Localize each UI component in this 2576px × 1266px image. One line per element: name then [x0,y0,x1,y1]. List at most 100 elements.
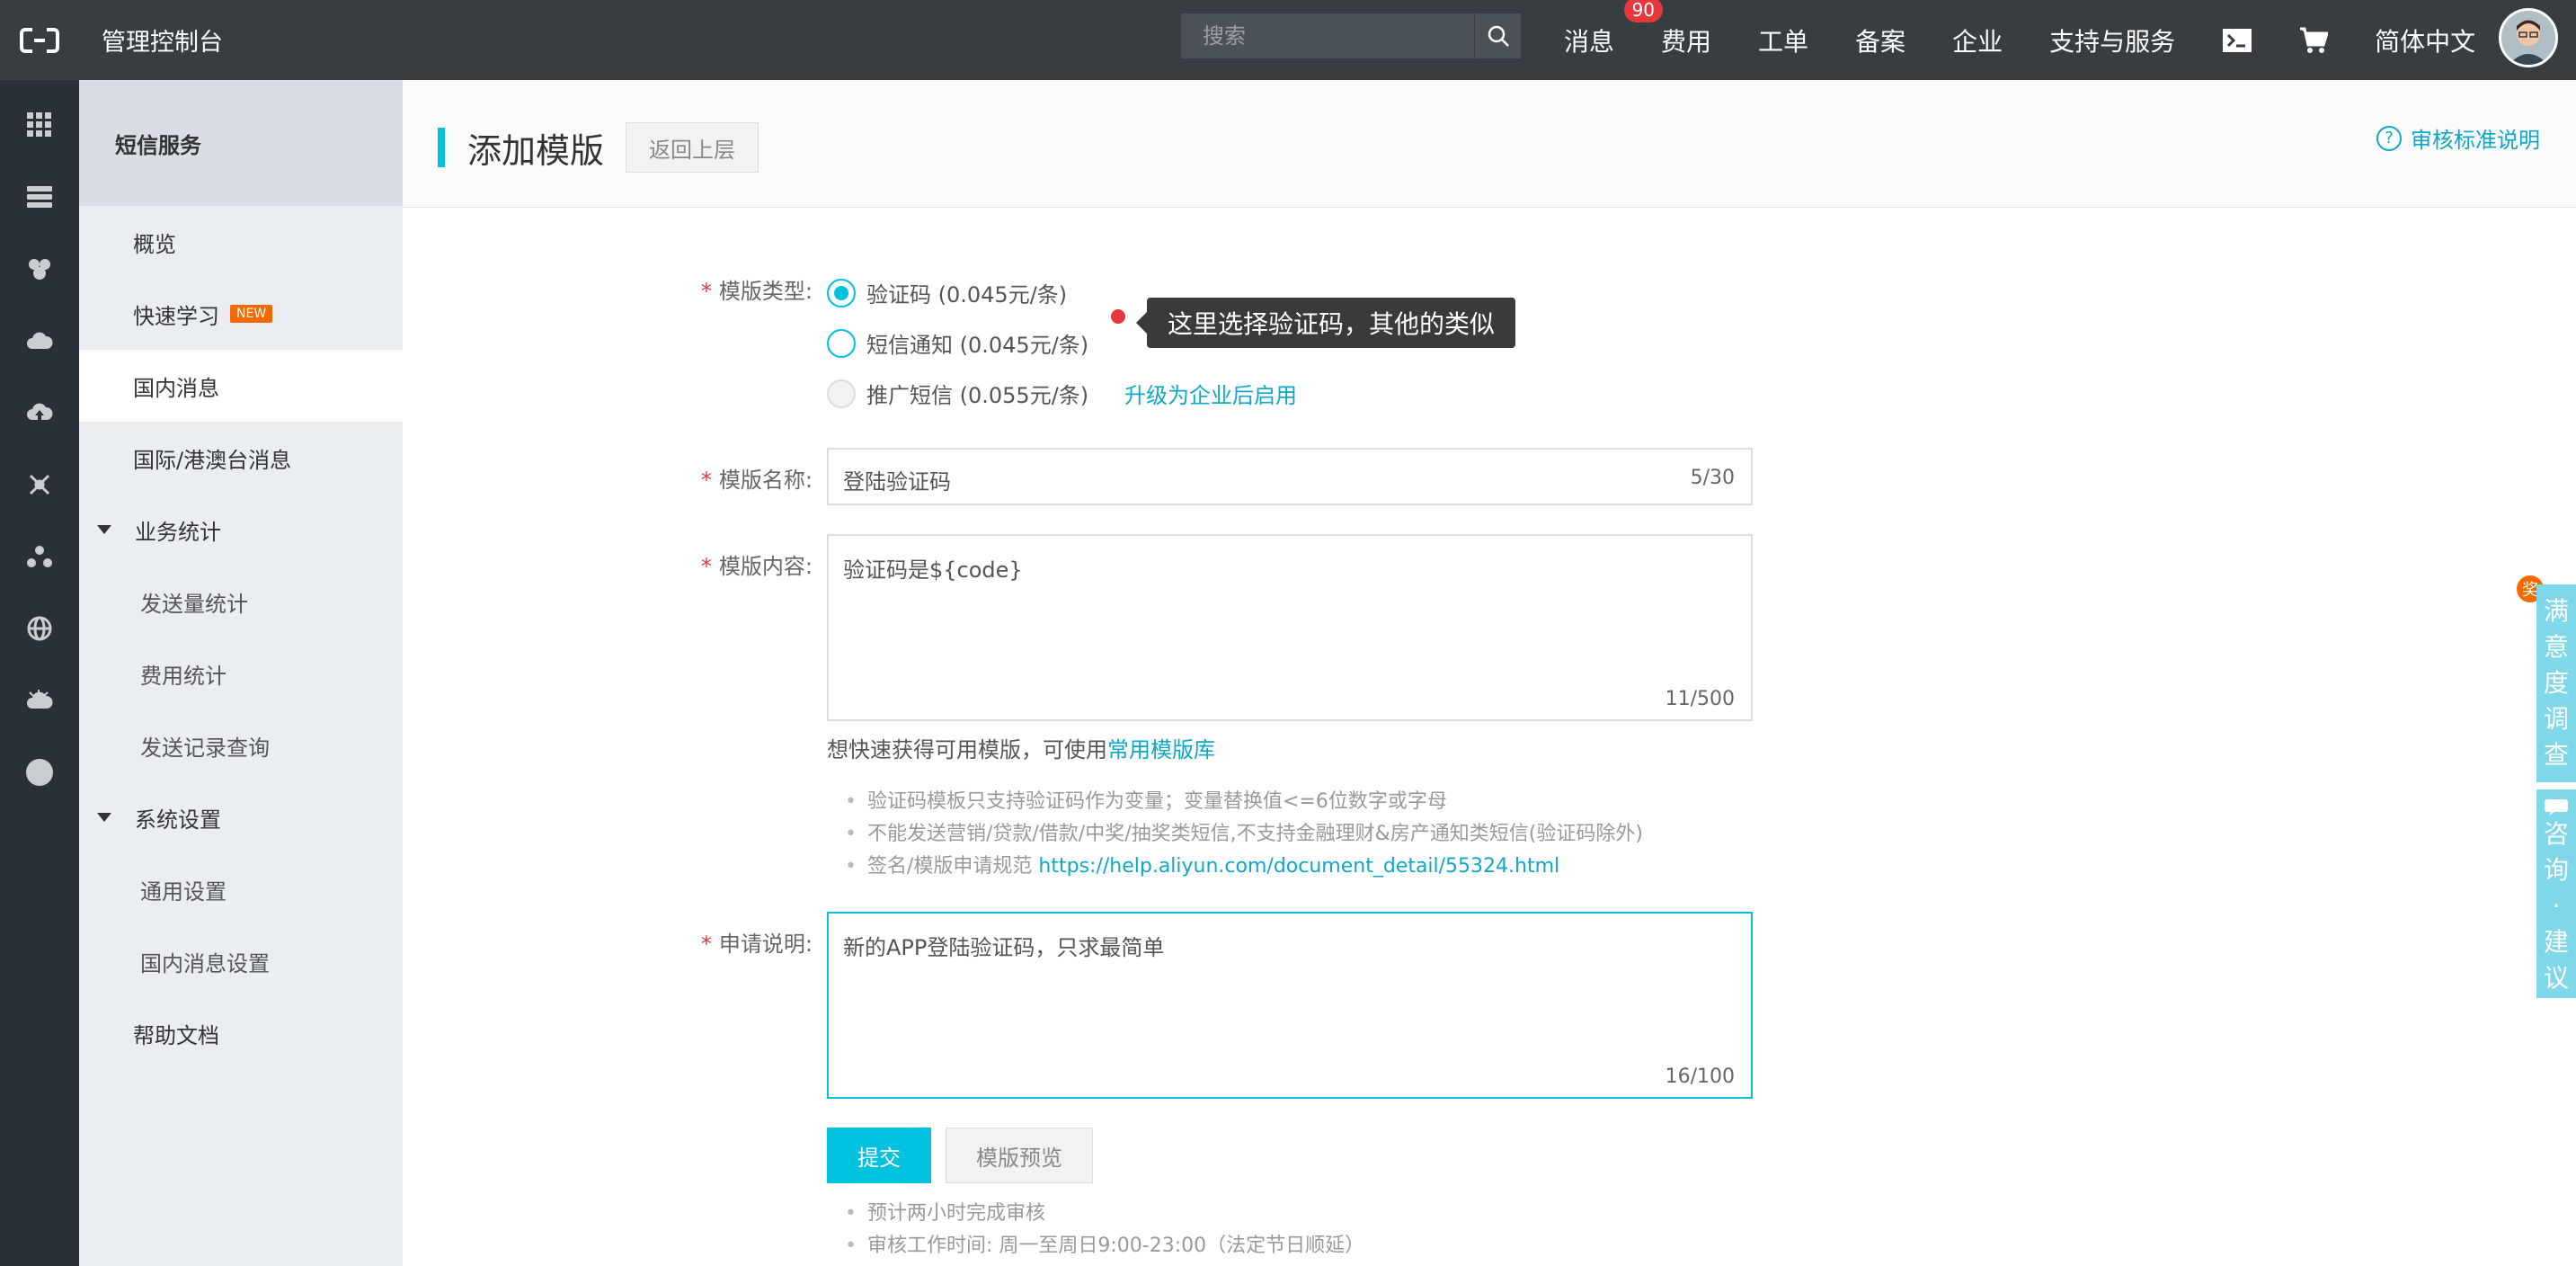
satisfaction-survey-tab[interactable]: 满 意 度 调 查 [2536,584,2576,782]
template-name-value: 登陆验证码 [843,469,951,495]
radio-notify-label: 短信通知 (0.045元/条) [866,333,1089,358]
sidebar-item-send-stats[interactable]: 发送量统计 [79,566,403,637]
cart-icon[interactable] [2299,27,2329,54]
sidebar-group-stats[interactable]: 业务统计 [79,494,403,566]
submit-button[interactable]: 提交 [827,1128,931,1183]
cloud-monitor-icon[interactable] [20,681,59,720]
sidebar-item-overview[interactable]: 概览 [79,206,403,278]
cloud-gear-icon[interactable] [20,321,59,361]
nodes-icon[interactable] [20,537,59,576]
search-button[interactable] [1474,13,1521,58]
tab-char: 查 [2543,740,2569,770]
sidebar-group-label: 系统设置 [135,807,221,833]
sidebar-item-send-records[interactable]: 发送记录查询 [79,709,403,781]
radio-promo [827,379,856,408]
radio-promo-label: 推广短信 (0.055元/条) [866,383,1089,408]
nav-billing[interactable]: 费用 [1661,22,1711,58]
chat-icon [2545,799,2568,816]
sidebar-item-domestic-settings[interactable]: 国内消息设置 [79,925,403,997]
nav-enterprise[interactable]: 企业 [1952,22,2003,58]
terminal-icon[interactable] [2222,28,2252,53]
review-standard-link[interactable]: ? 审核标准说明 [2376,122,2540,154]
template-name-input[interactable]: 登陆验证码 5/30 [827,448,1753,505]
sidebar-item-quick-learn[interactable]: 快速学习 NEW [79,278,403,350]
search-box [1181,13,1521,58]
search-icon [1488,25,1509,47]
circle-icon[interactable] [20,753,59,792]
type-option-promo: 推广短信 (0.055元/条) [827,378,1088,409]
type-option-verify[interactable]: 验证码 (0.045元/条) [827,277,1067,308]
messages-badge: 90 [1623,0,1664,22]
type-option-notify[interactable]: 短信通知 (0.045元/条) [827,327,1088,359]
template-rules: 验证码模板只支持验证码作为变量；变量替换值<=6位数字或字母 不能发送营销/贷款… [845,786,1643,883]
rule-item: 签名/模版申请规范 https://help.aliyun.com/docume… [845,851,1643,883]
template-name-label: * 模版名称: [651,462,813,494]
required-mark: * [700,932,712,957]
sidebar-item-international[interactable]: 国际/港澳台消息 [79,422,403,494]
sidebar-header: 短信服务 [79,80,403,206]
tab-char: 询 [2543,855,2569,885]
review-standard-label: 审核标准说明 [2411,128,2540,153]
search-input[interactable] [1181,13,1474,58]
content-char-counter: 11/500 [1665,688,1735,710]
new-badge: NEW [230,305,273,323]
preview-button[interactable]: 模版预览 [946,1128,1093,1183]
tab-char: 咨 [2543,819,2569,849]
nav-icp[interactable]: 备案 [1855,22,1905,58]
globe-icon[interactable] [20,609,59,648]
aliyun-logo-icon[interactable] [0,0,79,80]
sidebar: 短信服务 概览 快速学习 NEW 国内消息 国际/港澳台消息 业务统计 发送量统… [79,80,403,1266]
label-text: 模版内容: [718,554,813,579]
required-mark: * [700,279,712,304]
cloud-upload-icon[interactable] [20,393,59,432]
sidebar-item-general-settings[interactable]: 通用设置 [79,853,403,925]
label-text: 模版名称: [718,468,813,493]
product-icon-rail [0,80,79,1266]
grid-menu-icon[interactable] [20,105,59,145]
tab-char: · [2552,891,2561,921]
nav-messages[interactable]: 消息 90 [1564,0,1664,58]
tab-char: 议 [2543,963,2569,993]
sidebar-item-domestic[interactable]: 国内消息 [79,350,403,422]
rule-item: 验证码模板只支持验证码作为变量；变量替换值<=6位数字或字母 [845,786,1643,818]
caret-down-icon [97,525,111,534]
nav-support[interactable]: 支持与服务 [2049,22,2175,58]
sidebar-item-label: 快速学习 [133,303,219,329]
hint-text: 想快速获得可用模版，可使用 [827,737,1107,762]
remark-value: 新的APP登陆验证码，只求最简单 [843,935,1165,960]
label-text: 申请说明: [718,932,813,957]
upgrade-enterprise-link[interactable]: 升级为企业后启用 [1124,378,1297,409]
radio-verify[interactable] [827,278,856,308]
network-icon[interactable] [20,465,59,504]
rule-doc-link[interactable]: https://help.aliyun.com/document_detail/… [1038,855,1559,878]
sidebar-group-label: 业务统计 [135,519,221,545]
remark-label: * 申请说明: [651,926,813,958]
template-library-hint: 想快速获得可用模版，可使用常用模版库 [827,732,1215,763]
sidebar-item-help-docs[interactable]: 帮助文档 [79,997,403,1069]
name-char-counter: 5/30 [1690,467,1735,489]
server-icon[interactable] [20,177,59,217]
nav-language[interactable]: 简体中文 [2375,22,2475,58]
top-nav: 消息 90 费用 工单 备案 企业 支持与服务 简体中文 [1564,0,2522,80]
template-library-link[interactable]: 常用模版库 [1107,737,1215,762]
sidebar-item-cost-stats[interactable]: 费用统计 [79,637,403,709]
back-button[interactable]: 返回上层 [626,122,759,173]
remark-textarea[interactable]: 新的APP登陆验证码，只求最简单 16/100 [827,912,1753,1099]
sidebar-group-settings[interactable]: 系统设置 [79,781,403,853]
review-notes: 预计两小时完成审核 审核工作时间: 周一至周日9:00-23:00（法定节日顺延… [845,1198,1364,1262]
user-avatar[interactable] [2499,8,2558,67]
console-title[interactable]: 管理控制台 [102,22,223,58]
annotation-tooltip: 这里选择验证码，其他的类似 [1136,298,1515,348]
remark-char-counter: 16/100 [1665,1065,1735,1088]
template-content-textarea[interactable]: 验证码是${code} 11/500 [827,534,1753,721]
caret-down-icon [97,813,111,822]
nav-tickets[interactable]: 工单 [1758,22,1808,58]
note-item: 预计两小时完成审核 [845,1198,1364,1230]
tab-char: 满 [2543,596,2569,626]
page-title: 添加模版 [467,131,605,171]
rule-item: 不能发送营销/贷款/借款/中奖/抽奖类短信,不支持金融理财&房产通知类短信(验证… [845,818,1643,851]
radio-notify[interactable] [827,328,856,358]
annotation-dot [1111,309,1125,324]
cluster-icon[interactable] [20,249,59,289]
consult-suggest-tab[interactable]: 咨 询 · 建 议 [2536,789,2576,998]
